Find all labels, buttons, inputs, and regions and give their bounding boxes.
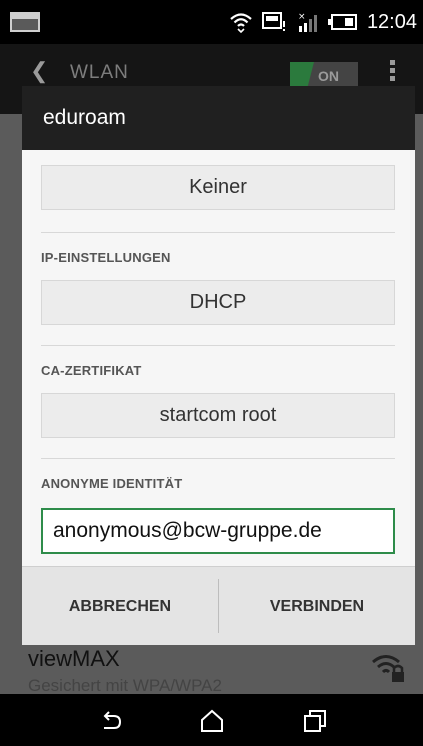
connect-button[interactable]: VERBINDEN <box>219 567 415 645</box>
screenshot-icon <box>10 12 40 32</box>
back-icon[interactable] <box>98 708 124 734</box>
overflow-menu-icon[interactable] <box>390 60 396 84</box>
phase2-auth-select[interactable]: Keiner <box>41 165 395 210</box>
clock: 12:04 <box>366 10 417 33</box>
battery-icon <box>327 14 357 30</box>
navigation-bar <box>0 694 423 746</box>
dialog-buttons: ABBRECHEN VERBINDEN <box>22 566 415 645</box>
ip-settings-select[interactable]: DHCP <box>41 280 395 325</box>
action-bar-title: WLAN <box>70 62 129 83</box>
anonymous-identity-input[interactable]: anonymous@bcw-gruppe.de <box>41 508 395 554</box>
dialog-title: eduroam <box>22 86 415 150</box>
network-name: viewMAX <box>28 646 120 671</box>
status-icons: × 12:04 <box>229 10 417 34</box>
toggle-label: ON <box>318 68 339 84</box>
signal-no-service-icon: × <box>298 12 317 32</box>
recent-apps-icon[interactable] <box>302 708 328 734</box>
ca-certificate-select[interactable]: startcom root <box>41 393 395 438</box>
home-icon[interactable] <box>199 708 225 734</box>
nfc-card-icon <box>261 12 285 31</box>
cancel-button[interactable]: ABBRECHEN <box>22 567 218 645</box>
wifi-icon <box>230 13 252 34</box>
svg-text:×: × <box>298 12 306 22</box>
network-security: Gesichert mit WPA/WPA2 <box>28 676 222 695</box>
back-chevron-icon[interactable]: ❮ <box>30 58 48 84</box>
ip-settings-label: IP-EINSTELLUNGEN <box>41 250 171 265</box>
network-dialog: eduroam Keiner IP-EINSTELLUNGEN DHCP CA-… <box>22 86 415 645</box>
status-bar: × 12:04 <box>0 0 423 44</box>
ca-certificate-label: CA-ZERTIFIKAT <box>41 363 142 378</box>
secured-wifi-icon <box>372 655 404 682</box>
anonymous-identity-label: ANONYME IDENTITÄT <box>41 476 183 491</box>
